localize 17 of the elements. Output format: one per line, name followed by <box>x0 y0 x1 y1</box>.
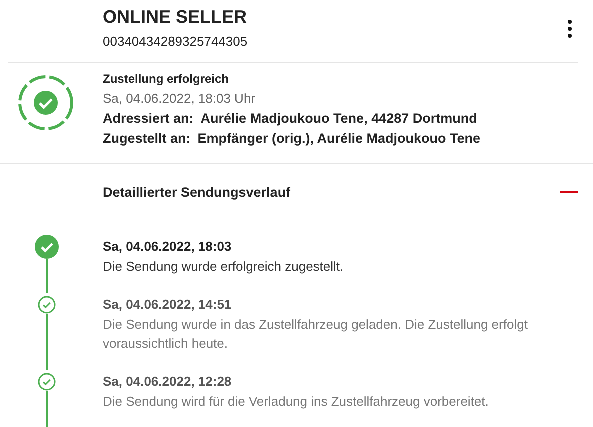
detail-value: Aurélie Madjoukouo Tene, 44287 Dortmund <box>200 111 478 126</box>
detail-value: Empfänger (orig.), Aurélie Madjoukouo Tene <box>198 131 481 146</box>
sender-name: ONLINE SELLER <box>103 6 248 28</box>
more-options-icon <box>568 20 572 38</box>
history-title: Detaillierter Sendungsverlauf <box>103 184 291 200</box>
status-datetime: Sa, 04.06.2022, 18:03 Uhr <box>103 90 257 108</box>
event-datetime: Sa, 04.06.2022, 12:28 <box>103 374 233 390</box>
tracking-number: 00340434289325744305 <box>103 33 248 51</box>
event-datetime: Sa, 04.06.2022, 18:03 <box>103 239 233 255</box>
minus-icon <box>560 191 578 194</box>
event-description: Die Sendung wurde erfolgreich zugestellt. <box>103 258 344 276</box>
event-description: Die Sendung wird für die Verladung ins Zustellfahrzeug vorbereitet. <box>103 393 489 411</box>
event-datetime: Sa, 04.06.2022, 14:51 <box>103 297 233 313</box>
detail-label: Zugestellt an: <box>103 131 191 146</box>
event-description: Die Sendung wurde in das Zustellfahrzeug geladen. Die Zustellung erfolgt voraussichtlich heute. <box>103 316 529 353</box>
status-title: Zustellung erfolgreich <box>103 71 230 87</box>
detail-label: Adressiert an: <box>103 111 194 126</box>
